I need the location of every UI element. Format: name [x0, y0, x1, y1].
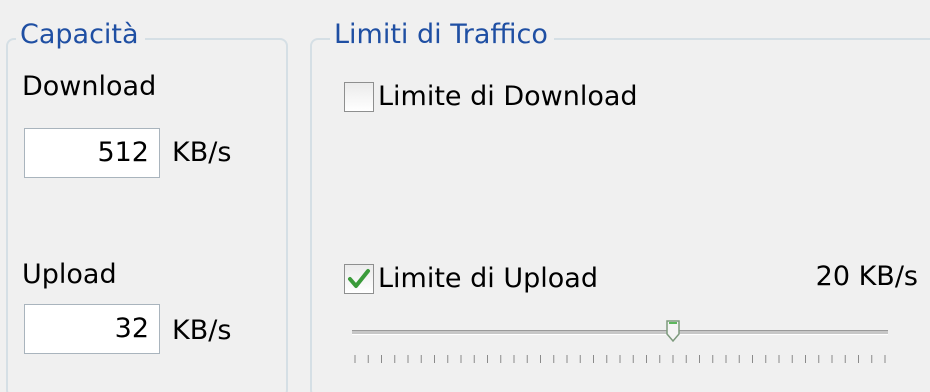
slider-thumb[interactable] — [666, 320, 680, 342]
download-capacity-label: Download — [22, 71, 157, 102]
download-capacity-unit: KB/s — [172, 137, 232, 168]
slider-track — [352, 330, 888, 335]
upload-capacity-input[interactable]: 32 — [24, 304, 160, 354]
slider-ticks — [354, 355, 886, 363]
bandwidth-settings-panel: Capacità Download 512 KB/s Upload 32 KB/… — [0, 0, 930, 392]
capacity-group-title: Capacità — [16, 18, 145, 52]
upload-capacity-label: Upload — [22, 259, 117, 290]
traffic-limits-group-title: Limiti di Traffico — [330, 18, 554, 52]
upload-limit-slider[interactable] — [340, 312, 900, 372]
upload-limit-value: 20 KB/s — [815, 261, 918, 292]
upload-capacity-unit: KB/s — [172, 315, 232, 346]
download-limit-checkbox[interactable] — [344, 82, 374, 112]
checkmark-icon — [348, 269, 370, 288]
upload-limit-checkbox[interactable] — [344, 264, 374, 294]
download-limit-label[interactable]: Limite di Download — [378, 80, 638, 114]
upload-limit-label[interactable]: Limite di Upload — [378, 262, 598, 296]
download-capacity-input[interactable]: 512 — [24, 128, 160, 178]
